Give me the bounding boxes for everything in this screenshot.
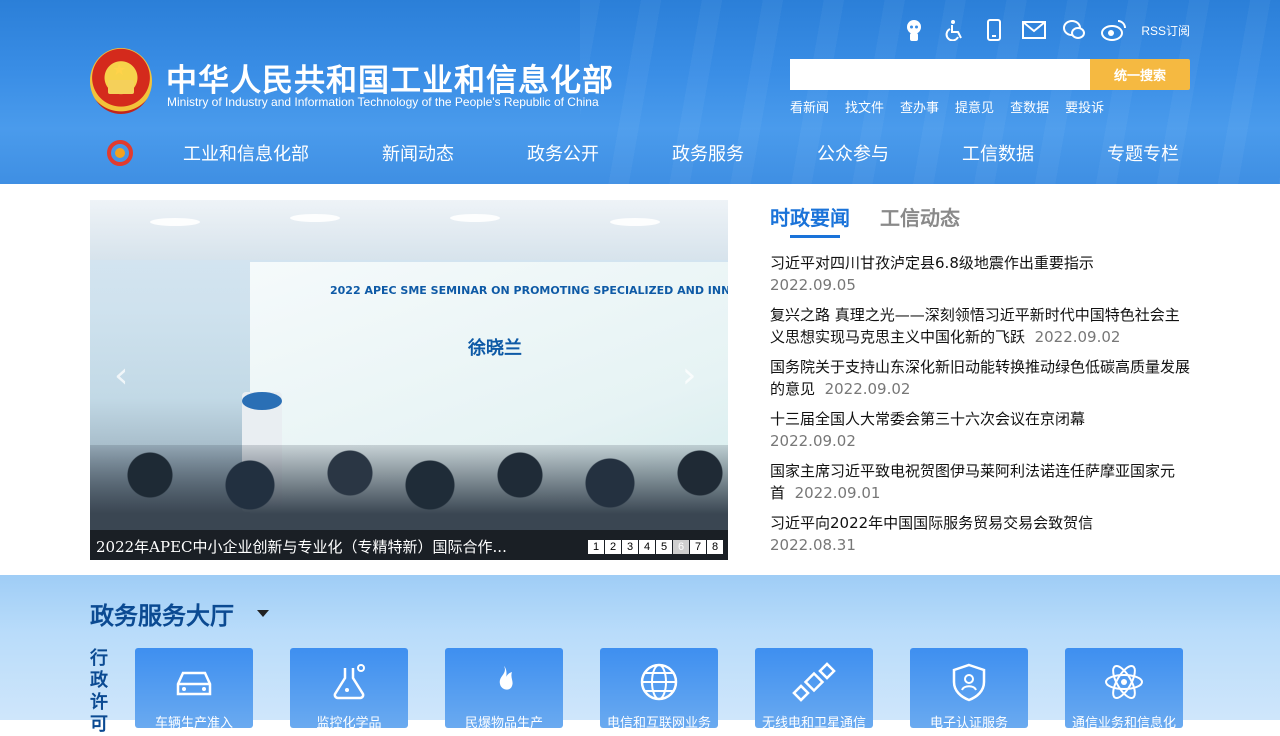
- national-emblem-icon[interactable]: ★: [90, 48, 152, 114]
- news-carousel[interactable]: 2022 APEC SME SEMINAR ON PROMOTING SPECI…: [90, 200, 728, 560]
- quick-link-data[interactable]: 查数据: [1010, 97, 1049, 116]
- quick-link-feedback[interactable]: 提意见: [955, 97, 994, 116]
- robot-icon[interactable]: [901, 17, 927, 43]
- service-card-comm-informatization[interactable]: 通信业务和信息化: [1065, 648, 1183, 731]
- nav-item-gov-services[interactable]: 政务服务: [672, 140, 744, 166]
- carousel-prev-icon[interactable]: ‹: [114, 358, 128, 394]
- site-title[interactable]: 中华人民共和国工业和信息化部: [166, 55, 614, 100]
- news-item[interactable]: 习近平向2022年中国国际服务贸易交易会致贺信 2022.08.31: [770, 512, 1190, 556]
- home-logo-icon[interactable]: [105, 138, 135, 168]
- shield-icon: [952, 663, 986, 702]
- nav-item-ministry[interactable]: 工业和信息化部: [183, 140, 309, 166]
- news-list: 习近平对四川甘孜泸定县6.8级地震作出重要指示 2022.09.05 复兴之路 …: [770, 252, 1190, 564]
- quick-links: 看新闻 找文件 查办事 提意见 查数据 要投诉: [790, 97, 1104, 116]
- flame-icon: [499, 666, 513, 690]
- service-hall-title[interactable]: 政务服务大厅: [90, 596, 234, 631]
- search-button[interactable]: 统一搜索: [1090, 59, 1190, 90]
- site-subtitle: Ministry of Industry and Information Tec…: [167, 95, 599, 109]
- satellite-icon: [792, 662, 836, 702]
- carousel-dot[interactable]: 4: [639, 540, 655, 554]
- news-item[interactable]: 十三届全国人大常委会第三十六次会议在京闭幕 2022.09.02: [770, 408, 1190, 452]
- nav-item-gov-affairs[interactable]: 政务公开: [527, 140, 599, 166]
- main-nav: 工业和信息化部 新闻动态 政务公开 政务服务 公众参与 工信数据 专题专栏: [90, 132, 1190, 174]
- news-date: 2022.09.02: [1034, 328, 1121, 346]
- carousel-dot[interactable]: 2: [605, 540, 621, 554]
- service-card-telecom-internet[interactable]: 电信和互联网业务: [600, 648, 718, 731]
- atom-icon: [1105, 665, 1143, 699]
- mobile-icon[interactable]: [981, 17, 1007, 43]
- carousel-caption[interactable]: 2022年APEC中小企业创新与专业化（专精特新）国际合作...: [96, 536, 507, 557]
- flask-icon: [333, 664, 365, 700]
- quick-link-news[interactable]: 看新闻: [790, 97, 829, 116]
- carousel-dot-active[interactable]: 6: [673, 540, 689, 554]
- news-date: 2022.09.02: [824, 380, 911, 398]
- news-title[interactable]: 习近平对四川甘孜泸定县6.8级地震作出重要指示: [770, 254, 1094, 272]
- slide-screen-header: 2022 APEC SME SEMINAR ON PROMOTING SPECI…: [330, 284, 728, 297]
- car-icon: [176, 671, 212, 696]
- news-date: 2022.09.05: [770, 276, 856, 294]
- nav-item-public-participation[interactable]: 公众参与: [817, 140, 889, 166]
- service-card-label: 无线电和卫星通信: [761, 716, 866, 731]
- news-date: 2022.08.31: [770, 536, 856, 554]
- top-toolbar: RSS订阅: [901, 16, 1190, 44]
- news-item[interactable]: 国家主席习近平致电祝贺图伊马莱阿利法诺连任萨摩亚国家元首 2022.09.01: [770, 460, 1190, 504]
- accessibility-icon[interactable]: [941, 17, 967, 43]
- quick-link-files[interactable]: 找文件: [845, 97, 884, 116]
- service-card-e-cert[interactable]: 电子认证服务: [910, 648, 1028, 731]
- news-item[interactable]: 复兴之路 真理之光——深刻领悟习近平新时代中国特色社会主义思想实现马克思主义中国…: [770, 304, 1190, 348]
- chevron-down-icon[interactable]: [257, 610, 269, 617]
- nav-item-special-topics[interactable]: 专题专栏: [1107, 140, 1179, 166]
- nav-item-data[interactable]: 工信数据: [962, 140, 1034, 166]
- news-date: 2022.09.02: [770, 432, 856, 450]
- slide-photo: [90, 200, 728, 260]
- weibo-icon[interactable]: [1101, 17, 1127, 43]
- service-card-label: 车辆生产准入: [154, 716, 233, 731]
- service-card-label: 电子认证服务: [929, 716, 1008, 731]
- nav-item-news[interactable]: 新闻动态: [382, 140, 454, 166]
- service-card-chemicals[interactable]: 监控化学品: [290, 648, 408, 731]
- news-date: 2022.09.01: [794, 484, 881, 502]
- service-card-label: 监控化学品: [316, 716, 382, 731]
- wechat-icon[interactable]: [1061, 17, 1087, 43]
- search-input[interactable]: [790, 59, 1091, 90]
- carousel-dot[interactable]: 1: [588, 540, 604, 554]
- news-title[interactable]: 习近平向2022年中国国际服务贸易交易会致贺信: [770, 514, 1093, 532]
- mail-icon[interactable]: [1021, 17, 1047, 43]
- rss-link[interactable]: RSS订阅: [1141, 22, 1190, 39]
- slide-screen-name: 徐晓兰: [468, 338, 522, 359]
- service-card-label: 民爆物品生产: [464, 716, 543, 731]
- news-item[interactable]: 国务院关于支持山东深化新旧动能转换推动绿色低碳高质量发展的意见 2022.09.…: [770, 356, 1190, 400]
- tab-political-news[interactable]: 时政要闻: [770, 202, 850, 231]
- apec-badge: [242, 392, 282, 410]
- news-title[interactable]: 十三届全国人大常委会第三十六次会议在京闭幕: [770, 410, 1085, 428]
- quick-link-services[interactable]: 查办事: [900, 97, 939, 116]
- tab-industry-news[interactable]: 工信动态: [880, 202, 960, 231]
- service-card-label: 通信业务和信息化: [1071, 716, 1176, 731]
- service-card-label: 电信和互联网业务: [606, 716, 711, 731]
- carousel-dot[interactable]: 8: [707, 540, 723, 554]
- tab-underline: [790, 235, 840, 238]
- globe-icon: [640, 663, 678, 701]
- carousel-next-icon[interactable]: ›: [682, 358, 696, 394]
- service-card-radio-satellite[interactable]: 无线电和卫星通信: [755, 648, 873, 731]
- carousel-dot[interactable]: 7: [690, 540, 706, 554]
- carousel-dot[interactable]: 3: [622, 540, 638, 554]
- carousel-pagination: 1 2 3 4 5 6 7 8: [588, 540, 723, 554]
- service-card-vehicle[interactable]: 车辆生产准入: [135, 648, 253, 731]
- service-side-label: 行政许可: [90, 648, 108, 735]
- service-card-explosives[interactable]: 民爆物品生产: [445, 648, 563, 731]
- news-item[interactable]: 习近平对四川甘孜泸定县6.8级地震作出重要指示 2022.09.05: [770, 252, 1190, 296]
- carousel-dot[interactable]: 5: [656, 540, 672, 554]
- quick-link-complaint[interactable]: 要投诉: [1065, 97, 1104, 116]
- site-header: ★ 中华人民共和国工业和信息化部 Ministry of Industry an…: [0, 0, 1280, 184]
